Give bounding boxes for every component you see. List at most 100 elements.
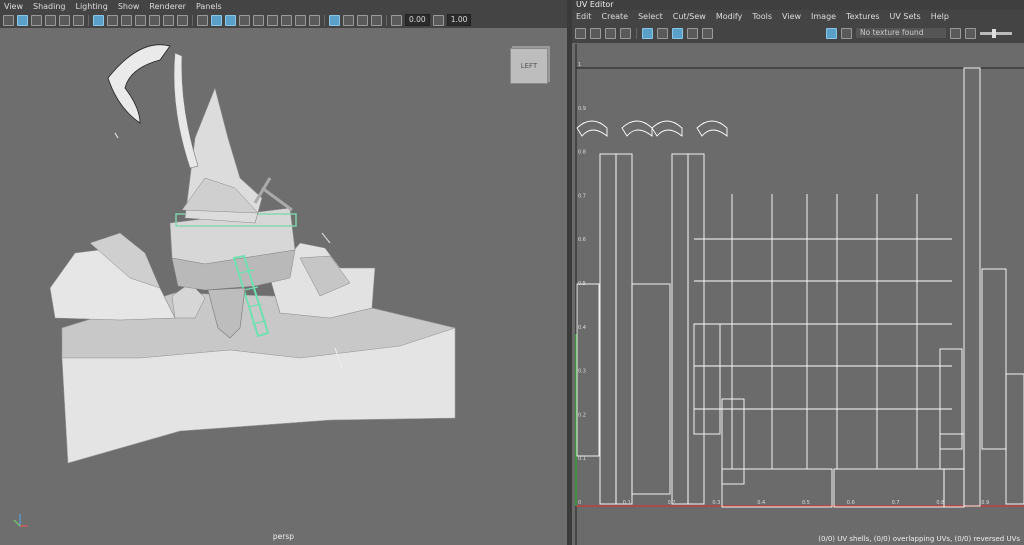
gamma-icon[interactable] — [432, 14, 444, 26]
menu-edit[interactable]: Edit — [576, 12, 592, 21]
uv-tick-u: 0.1 — [623, 500, 631, 506]
uv-tick-v: 0.5 — [578, 281, 586, 287]
motion-blur-icon[interactable] — [295, 14, 306, 26]
lights-icon[interactable] — [253, 14, 264, 26]
uv-tick-v: 0.3 — [578, 369, 586, 375]
uv-border-icon[interactable] — [620, 27, 631, 39]
xray-joints-icon[interactable] — [357, 14, 368, 26]
uv-editor-menubar: Edit Create Select Cut/Sew Modify Tools … — [572, 10, 1024, 23]
menu-uv-sets[interactable]: UV Sets — [890, 12, 921, 21]
resolution-gate-icon[interactable] — [121, 14, 132, 26]
bookmark-icon[interactable] — [31, 14, 42, 26]
uv-exposure-icon[interactable] — [965, 27, 976, 39]
field-chart-icon[interactable] — [149, 14, 160, 26]
viewport-menubar: View Shading Lighting Show Renderer Pane… — [0, 0, 567, 12]
uv-grid-icon[interactable] — [642, 27, 653, 39]
camera-name-label: persp — [272, 532, 295, 541]
safe-action-icon[interactable] — [163, 14, 174, 26]
view-cube[interactable]: LEFT — [510, 48, 548, 84]
uv-snap-icon[interactable] — [657, 27, 668, 39]
uv-checker-icon[interactable] — [841, 27, 852, 39]
menu-textures[interactable]: Textures — [846, 12, 879, 21]
uv-tick-v: 0.7 — [578, 193, 586, 199]
isolate-select-icon[interactable] — [329, 14, 340, 26]
gate-mask-icon[interactable] — [135, 14, 146, 26]
uv-tick-u: 0.8 — [936, 500, 944, 506]
uv-pixel-snap-icon[interactable] — [672, 27, 683, 39]
image-plane-icon[interactable] — [45, 14, 56, 26]
menu-view[interactable]: View — [4, 2, 23, 11]
slider-knob[interactable] — [992, 28, 996, 38]
uv-tick-v: 0 — [578, 500, 581, 506]
uv-tick-u: 0.5 — [802, 500, 810, 506]
uv-tick-v: 0.9 — [578, 106, 586, 112]
ambient-occlusion-icon[interactable] — [281, 14, 292, 26]
viewport-panel[interactable]: View Shading Lighting Show Renderer Pane… — [0, 0, 567, 545]
viewport-toolbar: 0.00 1.00 — [0, 12, 567, 28]
xray-icon[interactable] — [343, 14, 354, 26]
menu-panels[interactable]: Panels — [196, 2, 222, 11]
uv-tick-u: 0.3 — [712, 500, 720, 506]
menu-help[interactable]: Help — [931, 12, 949, 21]
uv-tick-v: 0.4 — [578, 325, 586, 331]
uv-editor-title: UV Editor — [572, 0, 1024, 10]
uv-tick-u: 0.9 — [981, 500, 989, 506]
menu-lighting[interactable]: Lighting — [75, 2, 107, 11]
uv-display-image-icon[interactable] — [826, 27, 837, 39]
grease-pencil-icon[interactable] — [59, 14, 70, 26]
uv-editor-panel[interactable]: UV Editor Edit Create Select Cut/Sew Mod… — [572, 0, 1024, 545]
blade — [261, 186, 293, 212]
menu-tools[interactable]: Tools — [752, 12, 772, 21]
grid-icon[interactable] — [93, 14, 104, 26]
uv-snapshot-icon[interactable] — [702, 27, 713, 39]
exposure-icon[interactable] — [391, 14, 402, 26]
two-d-pan-icon[interactable] — [73, 14, 84, 26]
uv-layout: 1 0.9 0.8 0.7 0.6 0.5 0.4 0.3 0.2 0.1 0 0.1 0.2 0.3 0.… — [575, 44, 1024, 545]
uv-tick-u: 0.6 — [847, 500, 855, 506]
uv-exposure-slider[interactable] — [980, 28, 1012, 38]
menu-modify[interactable]: Modify — [716, 12, 743, 21]
antialiasing-icon[interactable] — [309, 14, 320, 26]
uv-brightness-icon[interactable] — [687, 27, 698, 39]
select-camera-icon[interactable] — [3, 14, 14, 26]
perspective-viewport[interactable]: LEFT — [0, 28, 567, 545]
menu-image[interactable]: Image — [811, 12, 836, 21]
axis-x — [13, 519, 21, 527]
uv-distortion-icon[interactable] — [605, 27, 616, 39]
scene-render — [13, 44, 456, 527]
hook-top — [107, 44, 171, 124]
uv-toggle-icon[interactable] — [575, 27, 586, 39]
view-cube-label: LEFT — [520, 62, 538, 70]
camera-attributes-icon[interactable] — [17, 14, 28, 26]
uv-status-line: (0/0) UV shells, (0/0) overlapping UVs, … — [818, 535, 1020, 543]
exposure-field[interactable]: 0.00 — [405, 14, 430, 26]
menu-show[interactable]: Show — [118, 2, 140, 11]
menu-uv-view[interactable]: View — [782, 12, 801, 21]
uv-shells — [576, 67, 1024, 508]
wireframe-on-shaded-icon[interactable] — [225, 14, 236, 26]
uv-shaded-icon[interactable] — [590, 27, 601, 39]
textured-icon[interactable] — [239, 14, 250, 26]
uv-canvas[interactable]: 1 0.9 0.8 0.7 0.6 0.5 0.4 0.3 0.2 0.1 0 0.1 0.2 0.3 0.… — [572, 44, 1024, 545]
menu-renderer[interactable]: Renderer — [149, 2, 186, 11]
uv-tick-v: 0.2 — [578, 412, 586, 418]
uv-tick-u: 0.2 — [668, 500, 676, 506]
uv-tick-u: 0.7 — [892, 500, 900, 506]
gamma-field[interactable]: 1.00 — [446, 14, 472, 26]
uv-toolbar: No texture found — [572, 23, 1024, 43]
menu-create[interactable]: Create — [602, 12, 629, 21]
uv-tick-u: 0.4 — [757, 500, 765, 506]
texture-field[interactable]: No texture found — [856, 28, 946, 38]
shadows-icon[interactable] — [267, 14, 278, 26]
backface-culling-icon[interactable] — [371, 14, 382, 26]
wireframe-icon[interactable] — [197, 14, 208, 26]
menu-cut-sew[interactable]: Cut/Sew — [673, 12, 706, 21]
uv-shader-icon[interactable] — [950, 27, 961, 39]
uv-tick-v: 0.1 — [578, 456, 586, 462]
smooth-shade-icon[interactable] — [211, 14, 222, 26]
uv-tick-v: 1 — [578, 62, 581, 68]
film-gate-icon[interactable] — [107, 14, 118, 26]
menu-select[interactable]: Select — [638, 12, 663, 21]
safe-title-icon[interactable] — [177, 14, 188, 26]
menu-shading[interactable]: Shading — [33, 2, 66, 11]
